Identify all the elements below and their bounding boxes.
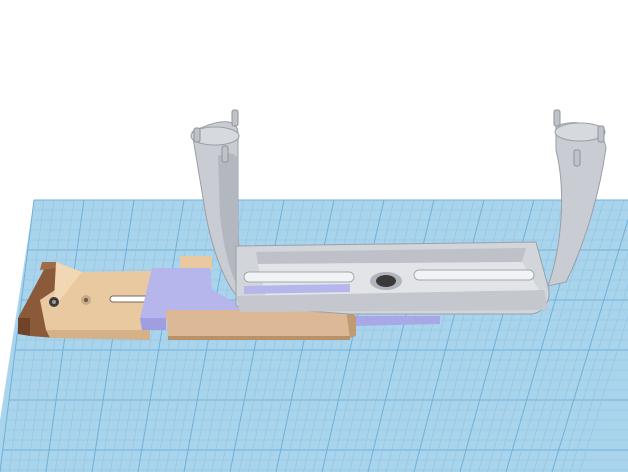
- tab-small: [180, 256, 212, 270]
- 3d-viewport[interactable]: [0, 0, 628, 472]
- pin-right-mid: [573, 149, 581, 167]
- wood-plate-face: [166, 310, 350, 338]
- tray-slot-left: [243, 271, 355, 283]
- pin-right-front: [597, 125, 605, 143]
- center-hole: [376, 275, 396, 287]
- workplane-scene[interactable]: [0, 0, 628, 472]
- walnut-end-block-side: [18, 318, 30, 336]
- pin-right-back: [553, 109, 561, 127]
- pin-left-mid: [221, 145, 229, 163]
- wood-plate-bottom: [168, 336, 350, 340]
- tray-slot-right: [413, 269, 535, 281]
- violet-plate-front: [140, 318, 166, 330]
- pins[interactable]: [193, 109, 605, 167]
- pin-left-front: [193, 127, 201, 143]
- screw-hole-left-inner: [52, 300, 56, 304]
- wood-front-plate[interactable]: [166, 310, 356, 340]
- pin-left-back: [231, 109, 239, 127]
- screw-hole-mid-inner: [84, 298, 88, 302]
- rail-slot: [109, 295, 151, 303]
